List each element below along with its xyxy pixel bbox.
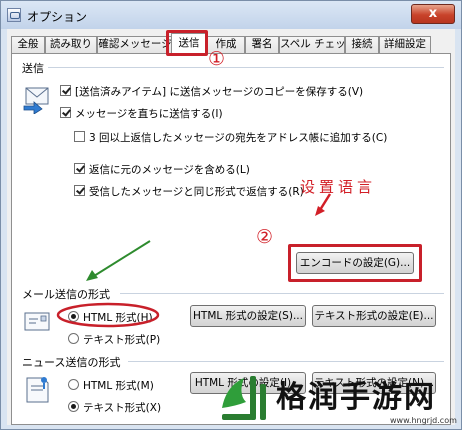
annotation-step-2: ②	[256, 226, 274, 248]
tab-spelling[interactable]: スペル チェック	[279, 36, 345, 53]
close-button[interactable]: x	[411, 4, 455, 24]
send-immediately-label: メッセージを直ちに送信する(I)	[75, 108, 223, 120]
option-add-to-address-book[interactable]: 3 回以上返信したメッセージの宛先をアドレス帳に追加する(C)	[74, 130, 387, 145]
tab-advanced[interactable]: 詳細設定	[379, 36, 431, 53]
news-html-option[interactable]: HTML 形式(M)	[68, 378, 154, 393]
mail-text-radio[interactable]	[68, 333, 79, 344]
mail-text-label: テキスト形式(P)	[83, 334, 161, 346]
tab-connection[interactable]: 接続	[345, 36, 379, 53]
include-original-label: 返信に元のメッセージを含める(L)	[89, 164, 250, 176]
watermark-text: 格润手游网	[276, 380, 436, 415]
window-title: オプション	[27, 10, 88, 24]
send-mail-icon	[23, 87, 49, 114]
option-save-copy[interactable]: [送信済みアイテム] に送信メッセージのコピーを保存する(V)	[60, 84, 363, 99]
save-copy-label: [送信済みアイテム] に送信メッセージのコピーを保存する(V)	[75, 86, 364, 98]
send-group-label: 送信	[22, 62, 44, 75]
mail-html-highlight-ellipse	[56, 302, 160, 328]
send-immediately-checkbox[interactable]	[60, 107, 71, 118]
mail-format-divider	[120, 293, 444, 294]
news-post-icon	[26, 377, 49, 403]
reply-same-format-checkbox[interactable]	[74, 185, 85, 196]
tab-receipts[interactable]: 確認メッセージ	[97, 36, 173, 53]
news-text-option[interactable]: テキスト形式(X)	[68, 400, 161, 415]
mail-text-option[interactable]: テキスト形式(P)	[68, 332, 160, 347]
reply-same-format-label: 受信したメッセージと同じ形式で返信する(R)	[89, 186, 304, 198]
add-to-address-book-label: 3 回以上返信したメッセージの宛先をアドレス帳に追加する(C)	[89, 132, 388, 144]
news-text-label: テキスト形式(X)	[83, 402, 162, 414]
send-group-divider	[48, 67, 444, 68]
mail-format-group-label: メール送信の形式	[22, 288, 110, 301]
title-bar: オプション x	[1, 1, 461, 29]
watermark-url: www.hngrjd.com	[390, 416, 457, 425]
tab-read[interactable]: 読み取り	[45, 36, 97, 53]
watermark: 格润手游网 www.hngrjd.com	[212, 364, 462, 430]
news-html-label: HTML 形式(M)	[83, 380, 154, 392]
red-arrow-icon	[315, 193, 332, 216]
include-original-checkbox[interactable]	[74, 163, 85, 174]
option-reply-same-format[interactable]: 受信したメッセージと同じ形式で返信する(R)	[74, 184, 304, 199]
mail-envelope-icon	[24, 312, 50, 331]
tab-general[interactable]: 全般	[11, 36, 45, 53]
outlook-icon	[7, 8, 21, 22]
news-format-group-label: ニュース送信の形式	[22, 356, 121, 369]
tab-strip: 全般 読み取り 確認メッセージ 送信 作成 署名 スペル チェック 接続 詳細設…	[11, 33, 451, 54]
tab-highlight-box	[166, 30, 208, 56]
news-html-radio[interactable]	[68, 379, 79, 390]
option-include-original[interactable]: 返信に元のメッセージを含める(L)	[74, 162, 250, 177]
news-format-divider	[128, 361, 444, 362]
news-text-radio[interactable]	[68, 401, 79, 412]
mail-text-settings-button[interactable]: テキスト形式の設定(E)...	[312, 305, 436, 327]
encode-highlight-box	[288, 244, 422, 282]
save-copy-checkbox[interactable]	[60, 85, 71, 96]
watermark-logo-icon	[222, 376, 266, 420]
mail-html-settings-button[interactable]: HTML 形式の設定(S)...	[190, 305, 306, 327]
green-arrow-icon	[86, 240, 151, 281]
add-to-address-book-checkbox[interactable]	[74, 131, 85, 142]
option-send-immediately[interactable]: メッセージを直ちに送信する(I)	[60, 106, 223, 121]
annotation-step-1: ①	[208, 48, 226, 70]
tab-signatures[interactable]: 署名	[245, 36, 279, 53]
